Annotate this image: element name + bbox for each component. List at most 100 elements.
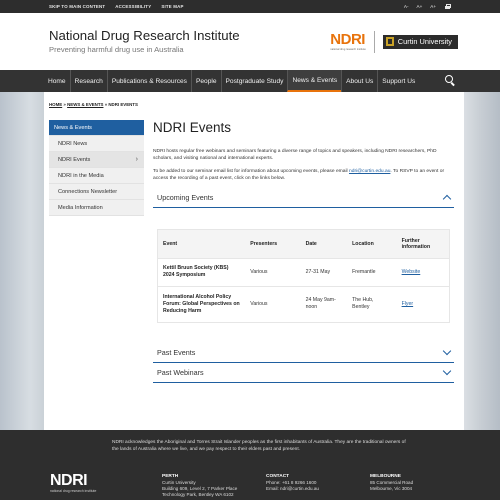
nav-item-research[interactable]: Research bbox=[69, 70, 107, 92]
breadcrumb: HOME » NEWS & EVENTS » NDRI EVENTS bbox=[49, 102, 138, 107]
event-presenters: Various bbox=[245, 285, 301, 322]
rsvp-paragraph: To be added to our seminar email list fo… bbox=[153, 168, 454, 182]
site-tagline: Preventing harmful drug use in Australia bbox=[49, 45, 184, 55]
footer-contact: CONTACT Phone: +61 8 9266 1600 Email: nd… bbox=[266, 474, 319, 492]
email-link[interactable]: ndri@curtin.edu.au bbox=[349, 169, 390, 174]
column-header-presenters: Presenters bbox=[245, 230, 301, 258]
sidebar-nav: News & Events NDRI News NDRI Events › ND… bbox=[49, 120, 144, 216]
sitemap-link[interactable]: SITE MAP bbox=[161, 4, 183, 9]
sidebar-item-label: NDRI in the Media bbox=[58, 172, 104, 179]
upcoming-events-accordion[interactable]: Upcoming Events bbox=[153, 188, 454, 208]
content-panel: HOME » NEWS & EVENTS » NDRI EVENTS News … bbox=[44, 92, 464, 430]
footer-logo-mark: NDRI bbox=[50, 472, 88, 489]
site-title[interactable]: National Drug Research Institute bbox=[49, 28, 240, 44]
page-body: HOME » NEWS & EVENTS » NDRI EVENTS News … bbox=[0, 92, 500, 430]
event-website-link[interactable]: Website bbox=[402, 269, 421, 275]
nav-item-support[interactable]: Support Us bbox=[377, 70, 419, 92]
font-increase-button[interactable]: A+ bbox=[417, 4, 423, 9]
breadcrumb-current: NDRI EVENTS bbox=[108, 102, 138, 107]
main-nav: Home Research Publications & Resources P… bbox=[0, 70, 500, 92]
partner-logos: NDRI national drug research institute Cu… bbox=[330, 30, 458, 53]
event-location: Fremantle bbox=[347, 257, 397, 286]
event-date: 24 May 9am-noon bbox=[300, 285, 348, 322]
events-table: Event Presenters Date Location Further i… bbox=[157, 229, 450, 323]
page-title: NDRI Events bbox=[153, 120, 232, 135]
table-row: Kettil Bruun Society (KBS) 2024 Symposiu… bbox=[158, 257, 449, 286]
event-date: 27-31 May bbox=[300, 257, 348, 286]
logo-divider bbox=[373, 30, 375, 53]
breadcrumb-separator: » bbox=[63, 102, 66, 107]
sidebar-item-media-information[interactable]: Media Information bbox=[49, 200, 144, 216]
breadcrumb-home[interactable]: HOME bbox=[49, 102, 62, 107]
chevron-down-icon bbox=[442, 346, 452, 356]
nav-item-about[interactable]: About Us bbox=[341, 70, 377, 92]
footer-address-line: Melbourne, Vic 3004 bbox=[370, 486, 413, 491]
footer-address-line: Technology Park, Bentley WA 6102 bbox=[162, 492, 234, 497]
footer-perth: PERTH Curtin University Building 609, Le… bbox=[162, 474, 237, 498]
utility-tools: A- A+ A+ bbox=[404, 3, 451, 10]
footer-ndri-logo[interactable]: NDRI national drug research institute bbox=[50, 472, 97, 494]
curtin-logo[interactable]: Curtin University bbox=[382, 34, 458, 49]
rsvp-text-start: To be added to our seminar email list fo… bbox=[153, 169, 350, 174]
font-increase-more-button[interactable]: A+ bbox=[430, 4, 436, 9]
sidebar-item-label: Media Information bbox=[58, 204, 103, 211]
nav-item-home[interactable]: Home bbox=[44, 70, 70, 92]
breadcrumb-section[interactable]: NEWS & EVENTS bbox=[67, 102, 103, 107]
sidebar-item-connections-newsletter[interactable]: Connections Newsletter bbox=[49, 184, 144, 200]
ndri-logo-subtitle: national drug research institute bbox=[330, 48, 366, 51]
accordion-title: Past Events bbox=[157, 348, 196, 357]
event-info-cell: Flyer bbox=[396, 285, 449, 322]
site-header: National Drug Research Institute Prevent… bbox=[0, 13, 500, 70]
main-content: NDRI Events NDRI hosts regular free webi… bbox=[153, 120, 454, 383]
footer-melbourne: MELBOURNE 85 Commercial Road Melbourne, … bbox=[370, 474, 413, 492]
accordion-title: Past Webinars bbox=[157, 368, 204, 377]
accessibility-link[interactable]: ACCESSIBILITY bbox=[115, 4, 151, 9]
skip-to-content-link[interactable]: SKIP TO MAIN CONTENT bbox=[49, 4, 105, 9]
accordion-title: Upcoming Events bbox=[157, 193, 214, 202]
column-header-further-info: Further information bbox=[396, 230, 449, 258]
event-name: International Alcohol Policy Forum: Glob… bbox=[158, 285, 246, 322]
table-row: International Alcohol Policy Forum: Glob… bbox=[158, 285, 449, 322]
sidebar-item-ndri-in-media[interactable]: NDRI in the Media bbox=[49, 168, 144, 184]
column-header-event: Event bbox=[158, 230, 246, 258]
ndri-logo-mark: NDRI bbox=[330, 31, 365, 48]
event-name: Kettil Bruun Society (KBS) 2024 Symposiu… bbox=[158, 257, 246, 286]
nav-item-publications[interactable]: Publications & Resources bbox=[106, 70, 191, 92]
utility-bar: SKIP TO MAIN CONTENT ACCESSIBILITY SITE … bbox=[0, 0, 500, 13]
event-info-cell: Website bbox=[396, 257, 449, 286]
column-header-location: Location bbox=[347, 230, 397, 258]
acknowledgement-of-country: NDRI acknowledges the Aboriginal and Tor… bbox=[112, 440, 406, 452]
nav-item-postgraduate[interactable]: Postgraduate Study bbox=[220, 70, 288, 92]
utility-links: SKIP TO MAIN CONTENT ACCESSIBILITY SITE … bbox=[49, 4, 184, 9]
font-decrease-button[interactable]: A- bbox=[404, 4, 409, 9]
event-flyer-link[interactable]: Flyer bbox=[402, 301, 414, 307]
sidebar-item-label: NDRI Events bbox=[58, 156, 91, 163]
site-footer: NDRI acknowledges the Aboriginal and Tor… bbox=[0, 430, 500, 500]
chevron-right-icon: › bbox=[135, 156, 138, 163]
column-header-date: Date bbox=[300, 230, 348, 258]
search-icon[interactable] bbox=[445, 75, 456, 86]
event-presenters: Various bbox=[245, 257, 301, 286]
table-header-row: Event Presenters Date Location Further i… bbox=[158, 230, 449, 258]
sidebar-item-ndri-events[interactable]: NDRI Events › bbox=[49, 152, 144, 168]
print-icon[interactable] bbox=[444, 3, 451, 10]
sidebar-item-label: NDRI News bbox=[58, 140, 88, 147]
ndri-logo[interactable]: NDRI national drug research institute bbox=[330, 32, 373, 51]
sidebar-heading[interactable]: News & Events bbox=[49, 120, 144, 136]
nav-item-news-events[interactable]: News & Events bbox=[287, 70, 342, 92]
curtin-logo-name: Curtin University bbox=[397, 37, 452, 46]
sidebar-item-ndri-news[interactable]: NDRI News bbox=[49, 136, 144, 152]
breadcrumb-separator: » bbox=[104, 102, 108, 107]
event-location: The Hub, Bentley bbox=[347, 285, 397, 322]
chevron-up-icon bbox=[442, 194, 452, 204]
site-branding[interactable]: National Drug Research Institute Prevent… bbox=[49, 28, 240, 55]
chevron-down-icon bbox=[442, 366, 452, 376]
past-events-accordion[interactable]: Past Events bbox=[153, 343, 454, 363]
nav-item-people[interactable]: People bbox=[190, 70, 221, 92]
intro-paragraph: NDRI hosts regular free webinars and sem… bbox=[153, 149, 437, 161]
footer-email[interactable]: Email: ndri@curtin.edu.au bbox=[266, 486, 319, 492]
sidebar-item-label: Connections Newsletter bbox=[58, 188, 118, 195]
curtin-crest-icon bbox=[385, 37, 394, 46]
past-webinars-accordion[interactable]: Past Webinars bbox=[153, 363, 454, 383]
footer-logo-subtitle: national drug research institute bbox=[50, 489, 97, 493]
